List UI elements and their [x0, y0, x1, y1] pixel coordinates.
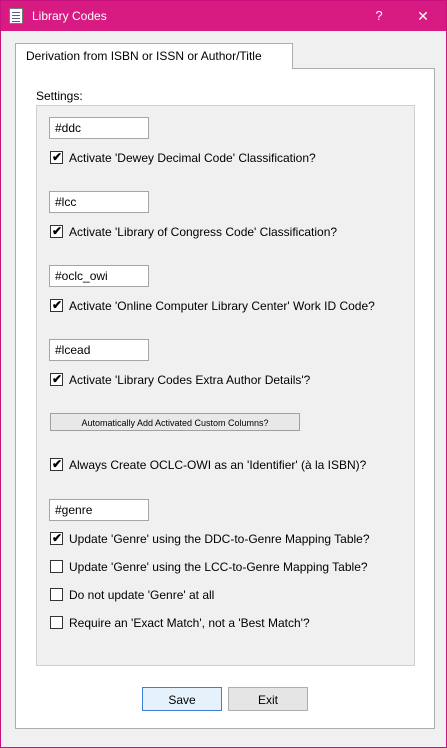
update-genre-ddc-label: Update 'Genre' using the DDC-to-Genre Ma… — [69, 532, 370, 546]
activate-oclc-label: Activate 'Online Computer Library Center… — [69, 299, 375, 313]
checkbox-box[interactable]: ✔ — [50, 298, 63, 312]
window-title: Library Codes — [32, 9, 107, 23]
no-update-genre-label: Do not update 'Genre' at all — [69, 588, 215, 602]
checkbox-box[interactable]: ✔ — [50, 224, 63, 238]
checkmark-icon: ✔ — [52, 372, 63, 386]
help-button[interactable]: ? — [367, 1, 391, 31]
create-identifier-label: Always Create OCLC-OWI as an 'Identifier… — [69, 458, 367, 472]
exact-match-label: Require an 'Exact Match', not a 'Best Ma… — [69, 616, 310, 630]
close-button[interactable]: ✕ — [405, 1, 441, 31]
library-codes-dialog: Library Codes ? ✕ Derivation from ISBN o… — [0, 0, 447, 748]
checkmark-icon: ✔ — [52, 224, 63, 238]
checkmark-icon: ✔ — [52, 531, 63, 545]
tab-derivation[interactable]: Derivation from ISBN or ISSN or Author/T… — [15, 43, 293, 69]
tab-label: Derivation from ISBN or ISSN or Author/T… — [26, 49, 262, 63]
checkbox-box[interactable] — [50, 616, 63, 629]
lcc-column-field[interactable] — [49, 191, 149, 213]
save-button[interactable]: Save — [142, 687, 222, 711]
activate-lcc-label: Activate 'Library of Congress Code' Clas… — [69, 225, 338, 239]
library-codes-app-icon — [9, 8, 23, 24]
checkmark-icon: ✔ — [52, 457, 63, 471]
checkmark-icon: ✔ — [52, 298, 63, 312]
checkbox-box[interactable] — [50, 560, 63, 573]
exit-button[interactable]: Exit — [228, 687, 308, 711]
activate-lcead-label: Activate 'Library Codes Extra Author Det… — [69, 373, 311, 387]
activate-ddc-label: Activate 'Dewey Decimal Code' Classifica… — [69, 151, 316, 165]
ddc-column-field[interactable] — [49, 117, 149, 139]
lcead-column-field[interactable] — [49, 339, 149, 361]
checkbox-box[interactable]: ✔ — [50, 372, 63, 386]
oclc-owi-column-field[interactable] — [49, 265, 149, 287]
checkbox-box[interactable]: ✔ — [50, 150, 63, 164]
checkmark-icon: ✔ — [52, 150, 63, 164]
checkbox-box[interactable]: ✔ — [50, 457, 63, 471]
settings-group-label: Settings: — [36, 89, 83, 103]
add-custom-columns-button[interactable]: Automatically Add Activated Custom Colum… — [50, 413, 300, 431]
update-genre-lcc-label: Update 'Genre' using the LCC-to-Genre Ma… — [69, 560, 368, 574]
genre-column-field[interactable] — [49, 499, 149, 521]
checkbox-box[interactable]: ✔ — [50, 531, 63, 545]
checkbox-box[interactable] — [50, 588, 63, 601]
title-bar[interactable]: Library Codes ? ✕ — [1, 1, 446, 31]
